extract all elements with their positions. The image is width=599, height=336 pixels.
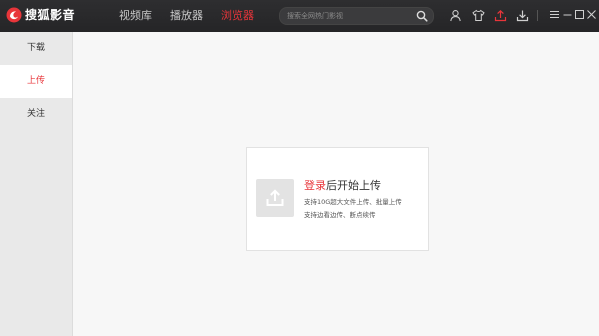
- upload-card: 登录后开始上传 支持10G超大文件上传、批量上传 支持边看边传、断点续传: [246, 147, 429, 251]
- upload-card-title: 登录后开始上传: [304, 179, 381, 193]
- main-content: 登录后开始上传 支持10G超大文件上传、批量上传 支持边看边传、断点续传: [73, 32, 599, 336]
- sidebar-item-download[interactable]: 下载: [0, 32, 72, 65]
- app-title: 搜狐影音: [25, 8, 76, 22]
- search-icon[interactable]: [416, 10, 428, 22]
- maximize-icon[interactable]: [574, 9, 585, 20]
- tab-browser[interactable]: 浏览器: [221, 8, 254, 23]
- menu-icon[interactable]: [549, 9, 560, 20]
- minimize-icon[interactable]: [562, 9, 573, 20]
- upload-icon: [266, 189, 284, 206]
- download-icon[interactable]: [516, 9, 529, 22]
- sidebar-item-follow[interactable]: 关注: [0, 98, 72, 131]
- search-bar: [279, 7, 434, 25]
- toolbar-divider: [537, 10, 538, 21]
- tab-video-library[interactable]: 视频库: [119, 8, 152, 23]
- close-icon[interactable]: [586, 9, 597, 20]
- tshirt-icon[interactable]: [472, 9, 485, 22]
- upload-placeholder[interactable]: [256, 179, 294, 217]
- user-icon[interactable]: [449, 9, 462, 22]
- search-input[interactable]: [287, 8, 407, 24]
- app-logo-icon: [6, 7, 22, 23]
- sidebar-item-upload[interactable]: 上传: [0, 65, 72, 98]
- title-bar: 搜狐影音 视频库 播放器 浏览器: [0, 0, 599, 32]
- login-link[interactable]: 登录: [304, 179, 326, 192]
- upload-feature-line-1: 支持10G超大文件上传、批量上传: [304, 198, 402, 206]
- upload-card-title-rest: 后开始上传: [326, 179, 381, 192]
- upload-icon[interactable]: [494, 9, 507, 22]
- upload-feature-line-2: 支持边看边传、断点续传: [304, 211, 376, 219]
- tab-player[interactable]: 播放器: [170, 8, 203, 23]
- sidebar: 下载 上传 关注: [0, 32, 73, 336]
